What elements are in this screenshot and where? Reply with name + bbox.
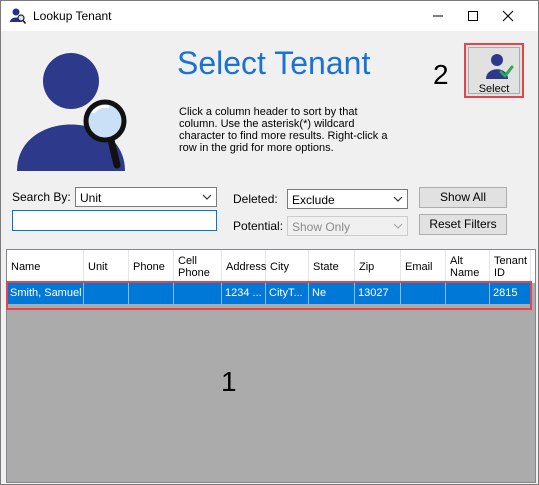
search-input[interactable] (12, 210, 217, 231)
column-header-address[interactable]: Address (222, 250, 266, 283)
column-header-state[interactable]: State (309, 250, 355, 283)
user-check-icon (486, 54, 514, 79)
column-header-name[interactable]: Name (7, 250, 84, 283)
reset-filters-button[interactable]: Reset Filters (419, 214, 507, 235)
potential-dropdown[interactable]: Show Only (287, 216, 408, 236)
column-header-email[interactable]: Email (401, 250, 446, 283)
page-title: Select Tenant (177, 45, 371, 81)
select-button-label: Select (478, 83, 510, 95)
column-header-cell-phone[interactable]: Cell Phone (174, 250, 222, 283)
select-button-face[interactable]: Select (468, 47, 520, 95)
chevron-down-icon (393, 196, 403, 202)
maximize-icon (468, 11, 478, 21)
potential-value: Show Only (292, 220, 351, 234)
column-header-city[interactable]: City (266, 250, 309, 283)
chevron-down-icon (393, 223, 403, 229)
user-search-icon (10, 8, 27, 25)
deleted-dropdown[interactable]: Exclude (287, 189, 408, 209)
user-search-icon (17, 53, 127, 171)
deleted-label: Deleted: (233, 192, 278, 206)
close-icon (502, 10, 514, 22)
selected-row-annotation (6, 281, 532, 310)
lookup-tenant-window: Lookup Tenant Select Tenant Click a colu… (0, 0, 539, 485)
close-button[interactable] (490, 1, 526, 31)
select-button[interactable]: Select (464, 43, 524, 98)
deleted-value: Exclude (292, 193, 335, 207)
minimize-icon (433, 15, 443, 17)
search-by-value: Unit (80, 191, 102, 205)
potential-label: Potential: (233, 219, 284, 233)
title-bar[interactable]: Lookup Tenant (1, 1, 538, 31)
column-header-alt-name[interactable]: Alt Name (446, 250, 490, 283)
column-header-tenant-id[interactable]: Tenant ID (490, 250, 531, 283)
column-header-zip[interactable]: Zip (355, 250, 401, 283)
column-header-phone[interactable]: Phone (129, 250, 174, 283)
maximize-button[interactable] (455, 1, 491, 31)
search-by-label: Search By: (12, 190, 71, 204)
chevron-down-icon (202, 194, 212, 200)
minimize-button[interactable] (420, 1, 456, 31)
dialog-content: Select Tenant Click a column header to s… (1, 31, 538, 484)
instructions-text: Click a column header to sort by that co… (179, 106, 388, 154)
show-all-button[interactable]: Show All (419, 187, 507, 208)
grid-header: Name Unit Phone Cell Phone Address City … (7, 250, 535, 283)
search-by-dropdown[interactable]: Unit (75, 187, 217, 207)
window-title: Lookup Tenant (33, 9, 112, 23)
annotation-number-1: 1 (221, 366, 237, 397)
column-header-unit[interactable]: Unit (84, 250, 129, 283)
annotation-number-2: 2 (433, 59, 449, 90)
